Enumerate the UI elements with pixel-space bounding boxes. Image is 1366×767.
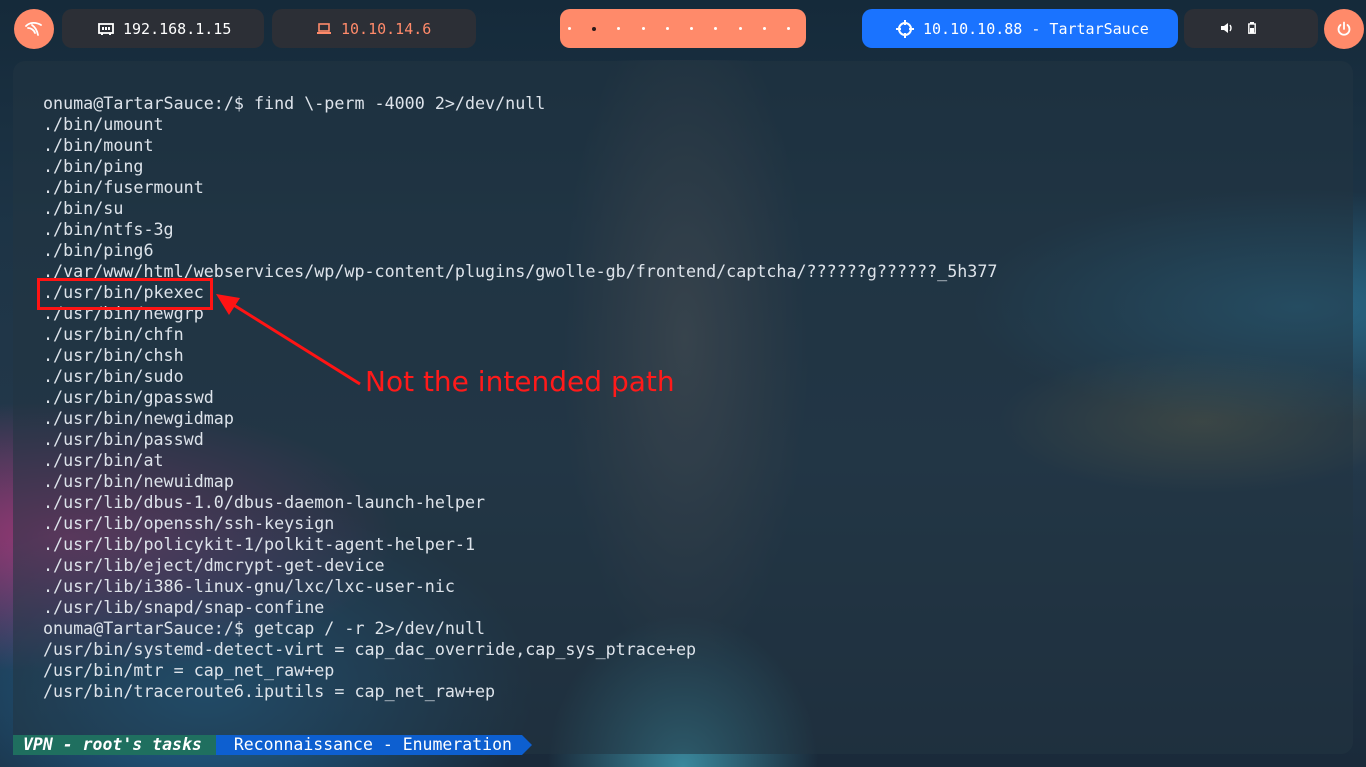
terminal-line: ./bin/fusermount <box>43 177 204 197</box>
crosshair-icon <box>896 19 914 38</box>
kali-menu-button[interactable] <box>14 9 54 49</box>
terminal-line: ./bin/ping6 <box>43 240 154 260</box>
workspace-dot[interactable] <box>665 27 669 30</box>
terminal-line: ./usr/bin/passwd <box>43 429 204 449</box>
workspace-dot[interactable] <box>568 27 571 30</box>
terminal-window[interactable]: onuma@TartarSauce:/$ find \-perm -4000 2… <box>13 61 1353 754</box>
terminal-line: ./usr/lib/policykit-1/polkit-agent-helpe… <box>43 534 476 554</box>
terminal-line: ./usr/bin/newuidmap <box>43 471 234 491</box>
terminal-line: /usr/bin/systemd-detect-virt = cap_dac_o… <box>43 639 697 659</box>
terminal-line: ./usr/bin/chfn <box>43 324 184 344</box>
terminal-line: ./bin/umount <box>43 114 164 134</box>
session-name[interactable]: VPN - root's tasks <box>13 735 226 755</box>
vpn-ip-label: 10.10.14.6 <box>341 19 432 38</box>
target-widget[interactable]: 10.10.10.88 - TartarSauce <box>862 9 1178 48</box>
terminal-line: ./usr/lib/snapd/snap-confine <box>43 597 325 617</box>
system-tray <box>1184 9 1318 48</box>
target-label: 10.10.10.88 - TartarSauce <box>923 19 1149 38</box>
power-button[interactable] <box>1324 9 1364 49</box>
workspace-dot[interactable] <box>592 26 597 31</box>
terminal-line: ./usr/lib/i386-linux-gnu/lxc/lxc-user-ni… <box>43 576 455 596</box>
terminal-line: /usr/bin/traceroute6.iputils = cap_net_r… <box>43 681 496 701</box>
volume-icon[interactable] <box>1220 20 1234 38</box>
battery-icon[interactable] <box>1248 20 1256 38</box>
terminal-line: /usr/bin/mtr = cap_net_raw+ep <box>43 660 335 680</box>
terminal-line: ./bin/su <box>43 198 124 218</box>
terminal-line: ./bin/ntfs-3g <box>43 219 174 239</box>
kali-dragon-icon <box>25 21 42 36</box>
vpn-ip-widget[interactable]: 10.10.14.6 <box>272 9 476 48</box>
workspace-dot[interactable] <box>617 27 621 30</box>
host-ip-widget[interactable]: 192.168.1.15 <box>62 9 264 48</box>
terminal-line: ./usr/bin/chsh <box>43 345 184 365</box>
tmux-status-bar: VPN - root's tasks Reconnaissance - Enum… <box>13 735 533 755</box>
terminal-line: ./usr/lib/dbus-1.0/dbus-daemon-launch-he… <box>43 492 486 512</box>
annotation-text: Not the intended path <box>365 365 675 398</box>
terminal-line: ./usr/bin/newgidmap <box>43 408 234 428</box>
power-icon <box>1337 21 1351 36</box>
host-ip-label: 192.168.1.15 <box>123 19 232 38</box>
workspace-dot[interactable] <box>641 27 645 30</box>
terminal-line: ./bin/ping <box>43 156 144 176</box>
top-bar: 192.168.1.15 10.10.14.6 10.10.10.88 - Ta… <box>0 0 1366 58</box>
network-card-icon <box>98 22 114 36</box>
window-name[interactable]: Reconnaissance - Enumeration <box>215 735 533 755</box>
pkexec-highlight-box <box>37 278 213 310</box>
workspace-dot[interactable] <box>714 27 718 30</box>
workspace-switcher[interactable] <box>560 9 806 48</box>
terminal-line: onuma@TartarSauce:/$ getcap / -r 2>/dev/… <box>43 618 486 638</box>
terminal-line: onuma@TartarSauce:/$ find \-perm -4000 2… <box>43 93 546 113</box>
workspace-dot[interactable] <box>762 27 766 30</box>
workspace-dot[interactable] <box>690 27 694 30</box>
laptop-icon <box>316 22 332 35</box>
terminal-line: ./bin/mount <box>43 135 154 155</box>
terminal-line: ./usr/bin/at <box>43 450 164 470</box>
terminal-line: ./usr/lib/openssh/ssh-keysign <box>43 513 335 533</box>
workspace-dot[interactable] <box>738 27 742 30</box>
workspace-dot[interactable] <box>786 27 790 30</box>
terminal-line: ./usr/lib/eject/dmcrypt-get-device <box>43 555 385 575</box>
